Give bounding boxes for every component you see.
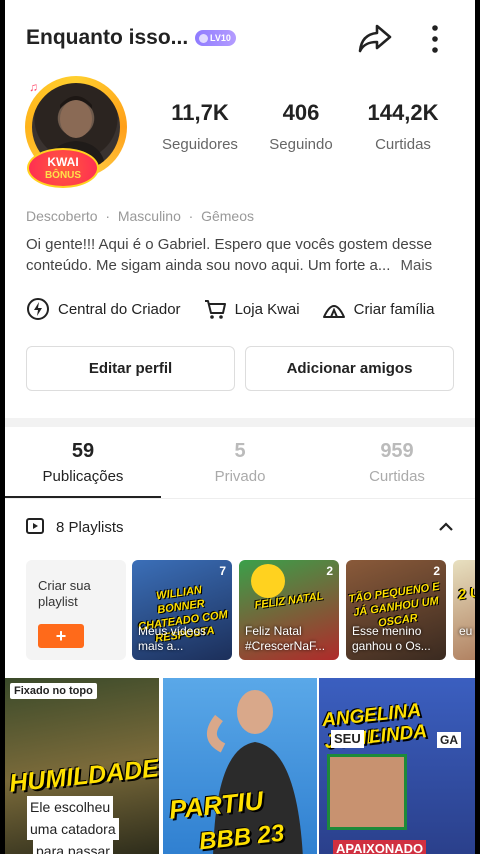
playlist-card[interactable]: 7 WILLIAN BONNER CHATEADO COM RESPOSTA M… (132, 560, 232, 660)
lightning-icon (27, 298, 49, 320)
separator: · (184, 208, 202, 224)
level-badge[interactable]: LV10 (195, 30, 236, 46)
tag-discovered: Descoberto (26, 208, 98, 224)
bio-more-link[interactable]: Mais (401, 257, 433, 274)
section-divider (5, 418, 475, 427)
video-thumbnail[interactable]: ANGELINA JOLIE LINDA SEU GA APAIXONADO (319, 678, 475, 854)
cart-icon (204, 300, 226, 319)
share-icon[interactable] (357, 22, 393, 54)
followers-stat[interactable]: 11,7K Seguidores (150, 100, 250, 153)
tab-divider (5, 498, 475, 499)
separator: · (101, 208, 118, 224)
bio-text: Oi gente!!! Aqui é o Gabriel. Espero que… (26, 236, 433, 274)
following-stat[interactable]: 406 Seguindo (251, 100, 351, 153)
creator-center-button[interactable]: Central do Criador (26, 297, 181, 321)
pinned-badge: Fixado no topo (10, 683, 97, 699)
tab-likes[interactable]: 959 Curtidas (319, 440, 475, 485)
playlist-card[interactable]: 2 U eu (453, 560, 475, 660)
edit-profile-button[interactable]: Editar perfil (26, 346, 235, 391)
playlist-icon (26, 518, 44, 534)
playlists-header[interactable]: 8 Playlists (26, 518, 124, 536)
creator-tools-row: Central do Criador Loja Kwai Criar famíl… (26, 296, 434, 322)
tab-private[interactable]: 5 Privado (162, 440, 318, 485)
add-playlist-button[interactable]: + (38, 624, 84, 648)
profile-tags: Descoberto · Masculino · Gêmeos (26, 208, 254, 224)
create-playlist-card[interactable]: Criar sua playlist + (26, 560, 126, 660)
tent-icon (322, 305, 345, 318)
add-friends-button[interactable]: Adicionar amigos (245, 346, 454, 391)
chevron-up-icon[interactable] (437, 518, 455, 536)
music-note-icon: ♫ (29, 80, 38, 94)
create-family-button[interactable]: Criar família (322, 297, 434, 321)
video-thumbnail[interactable]: PARTIU BBB 23 (163, 678, 317, 854)
top-bar: Enquanto isso... LV10 (5, 0, 475, 78)
profile-screen: Enquanto isso... LV10 ♫ KWAI BÔNUS 11,7K… (5, 0, 475, 854)
avatar[interactable]: ♫ KWAI BÔNUS (23, 74, 131, 190)
playlist-card[interactable]: 2 FELIZ NATAL Feliz Natal #CrescerNaF... (239, 560, 339, 660)
tab-publications[interactable]: 59 Publicações (5, 440, 161, 485)
tag-sign: Gêmeos (201, 208, 255, 224)
photo-frame (327, 754, 407, 830)
kwai-bonus-badge[interactable]: KWAI BÔNUS (27, 148, 99, 188)
video-thumbnail[interactable]: Fixado no topo HUMILDADE Ele escolheu um… (5, 678, 159, 854)
more-options-icon[interactable] (423, 22, 447, 56)
profile-title: Enquanto isso... (26, 26, 189, 49)
level-icon (199, 33, 208, 43)
smiley-icon (251, 564, 285, 598)
kwai-shop-button[interactable]: Loja Kwai (203, 297, 300, 321)
playlist-card[interactable]: 2 TÃO PEQUENO E JÁ GANHOU UM OSCAR Esse … (346, 560, 446, 660)
likes-stat[interactable]: 144,2K Curtidas (353, 100, 453, 153)
tag-gender: Masculino (117, 208, 181, 224)
